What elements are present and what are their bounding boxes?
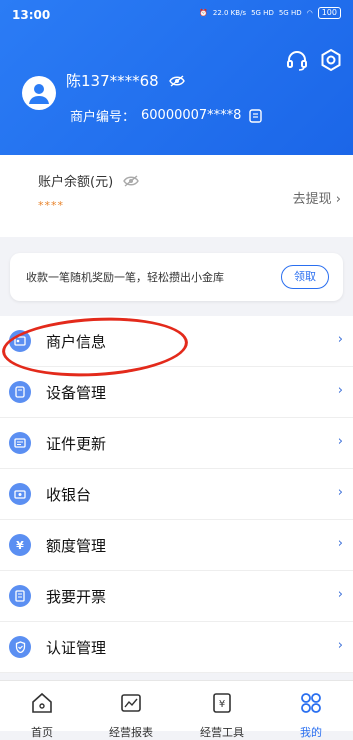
chevron-right-icon: › xyxy=(337,332,343,347)
copy-icon[interactable] xyxy=(247,108,263,124)
balance-value: **** xyxy=(38,199,64,212)
promo-text: 收款一笔随机奖励一笔，轻松攒出小金库 xyxy=(26,271,224,284)
menu-label: 证件更新 xyxy=(46,435,107,453)
balance-label: 账户余额(元) xyxy=(38,175,114,190)
wifi-icon: ◠ xyxy=(306,9,313,17)
alarm-icon: ⏰ xyxy=(199,9,208,17)
tab-report[interactable]: 经营报表 xyxy=(101,691,161,740)
promo-banner: 收款一笔随机奖励一笔，轻松攒出小金库 领取 xyxy=(10,253,343,301)
status-time: 13:00 xyxy=(12,8,51,22)
settings-gear-icon[interactable] xyxy=(319,48,343,72)
device-icon xyxy=(9,381,31,403)
tab-mine[interactable]: 我的 xyxy=(281,691,341,740)
merchant-number-label: 商户编号： xyxy=(70,110,136,125)
balance-card: 账户余额(元) **** 去提现 › xyxy=(0,155,353,237)
tab-label: 首页 xyxy=(31,726,53,739)
invoice-icon xyxy=(9,585,31,607)
menu-item-id-update[interactable]: 证件更新 › xyxy=(0,418,353,469)
menu-label: 认证管理 xyxy=(46,639,107,657)
menu-label: 商户信息 xyxy=(46,333,107,351)
tab-tools[interactable]: ¥ 经营工具 xyxy=(192,691,252,740)
avatar[interactable] xyxy=(22,76,56,110)
battery-icon: 100 xyxy=(317,7,341,19)
merchant-info-icon xyxy=(9,330,31,352)
merchant-number-row: 商户编号： 60000007****8 xyxy=(70,106,263,125)
withdraw-link[interactable]: 去提现 › xyxy=(293,188,341,207)
user-name-row: 陈137****68 xyxy=(66,70,185,91)
chevron-right-icon: › xyxy=(337,434,343,449)
menu-item-quota-management[interactable]: ¥ 额度管理 › xyxy=(0,520,353,571)
chevron-right-icon: › xyxy=(337,485,343,500)
chevron-right-icon: › xyxy=(337,638,343,653)
balance-label-row: 账户余额(元) xyxy=(38,171,139,190)
menu-item-merchant-info[interactable]: 商户信息 › xyxy=(0,316,353,367)
menu-item-device-management[interactable]: 设备管理 › xyxy=(0,367,353,418)
menu-label: 设备管理 xyxy=(46,384,107,402)
tab-label: 我的 xyxy=(300,726,322,739)
profile-header: 13:00 ⏰ 22.0 KB/s 5G HD 5G HD ◠ 100 陈137… xyxy=(0,0,353,155)
menu-item-verification[interactable]: 认证管理 › xyxy=(0,622,353,673)
hide-eye-icon[interactable] xyxy=(168,74,185,87)
chevron-right-icon: › xyxy=(337,536,343,551)
claim-button[interactable]: 领取 xyxy=(281,265,329,289)
cashier-icon xyxy=(9,483,31,505)
status-bar: 13:00 ⏰ 22.0 KB/s 5G HD 5G HD ◠ 100 xyxy=(0,0,353,30)
bottom-tab-bar: 首页 经营报表 ¥ 经营工具 我的 xyxy=(0,680,353,739)
menu-label: 收银台 xyxy=(46,486,92,504)
shield-icon xyxy=(9,636,31,658)
home-icon xyxy=(32,692,52,713)
user-name-masked: 陈137****68 xyxy=(66,72,159,90)
chevron-right-icon: › xyxy=(337,383,343,398)
id-card-icon xyxy=(9,432,31,454)
signal-2: 5G HD xyxy=(278,9,302,17)
mine-icon xyxy=(301,693,321,713)
yuan-icon: ¥ xyxy=(9,534,31,556)
menu-label: 我要开票 xyxy=(46,588,107,606)
menu-item-cashier[interactable]: 收银台 › xyxy=(0,469,353,520)
svg-text:¥: ¥ xyxy=(219,699,225,710)
tab-label: 经营报表 xyxy=(109,726,153,739)
service-menu: 商户信息 › 设备管理 › 证件更新 › 收银台 › ¥ 额度管理 › 我要开票… xyxy=(0,316,353,673)
tab-home[interactable]: 首页 xyxy=(12,691,72,740)
net-speed: 22.0 KB/s xyxy=(212,9,247,17)
report-icon xyxy=(121,694,141,712)
balance-hide-eye-icon[interactable] xyxy=(123,174,139,187)
chevron-right-icon: › xyxy=(337,587,343,602)
menu-item-invoice[interactable]: 我要开票 › xyxy=(0,571,353,622)
tab-label: 经营工具 xyxy=(200,726,244,739)
customer-service-icon[interactable] xyxy=(285,48,309,72)
status-icons: ⏰ 22.0 KB/s 5G HD 5G HD ◠ 100 xyxy=(199,7,341,19)
menu-label: 额度管理 xyxy=(46,537,107,555)
tools-icon: ¥ xyxy=(213,693,231,713)
signal-1: 5G HD xyxy=(251,9,274,17)
merchant-number-value: 60000007****8 xyxy=(141,108,242,123)
user-avatar-icon xyxy=(29,84,49,104)
